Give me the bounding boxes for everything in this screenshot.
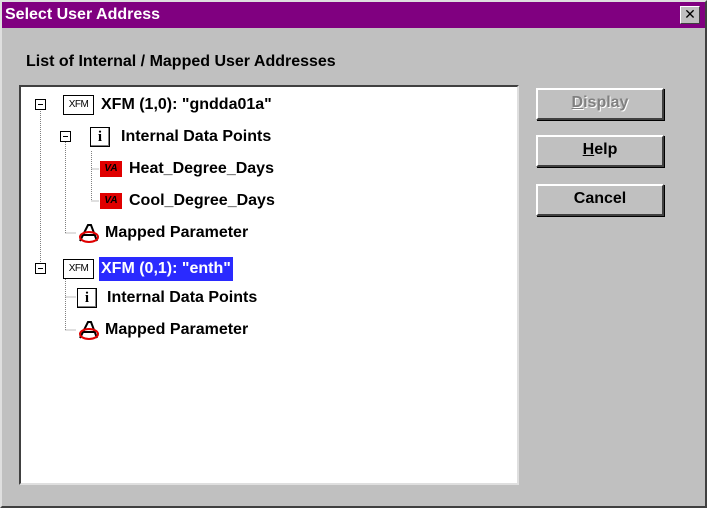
display-button-accel: D [571, 94, 584, 111]
mapped-parameter-icon [79, 321, 99, 340]
cancel-button-label: Cancel [573, 190, 627, 207]
info-icon: i [77, 288, 97, 308]
collapse-toggle[interactable] [35, 99, 46, 110]
cancel-button[interactable]: Cancel [536, 184, 664, 216]
collapse-toggle[interactable] [35, 263, 46, 274]
help-button-accel: H [582, 141, 595, 158]
tree-node-label: Heat_Degree_Days [129, 160, 274, 177]
mapped-parameter-icon [79, 224, 99, 243]
tree-node-internal-data-points[interactable]: i Internal Data Points [21, 125, 517, 149]
title-bar[interactable]: Select User Address ✕ [2, 2, 705, 28]
tree-node-heat-degree-days[interactable]: VA Heat_Degree_Days [21, 157, 517, 181]
tree-node-label: Mapped Parameter [105, 224, 249, 241]
display-button[interactable]: Display [536, 88, 664, 120]
tree-node-cool-degree-days[interactable]: VA Cool_Degree_Days [21, 189, 517, 213]
tree-node-xfm-1-0[interactable]: XFM XFM (1,0): "gndda01a" [21, 93, 517, 117]
tree-node-label: Mapped Parameter [105, 321, 249, 338]
tree-node-internal-data-points[interactable]: i Internal Data Points [21, 286, 517, 310]
list-caption: List of Internal / Mapped User Addresses [26, 53, 336, 70]
close-button[interactable]: ✕ [680, 6, 700, 24]
tree-node-label: XFM (1,0): "gndda01a" [101, 96, 272, 113]
select-user-address-dialog: Select User Address ✕ List of Internal /… [0, 0, 707, 508]
variable-icon: VA [100, 193, 122, 209]
collapse-toggle[interactable] [60, 131, 71, 142]
tree-node-label: Internal Data Points [107, 289, 258, 306]
xfm-icon: XFM [63, 259, 94, 279]
xfm-icon: XFM [63, 95, 94, 115]
help-button-label: elp [594, 141, 618, 158]
help-button[interactable]: Help [536, 135, 664, 167]
tree-node-xfm-0-1[interactable]: XFM XFM (0,1): "enth" [21, 257, 517, 281]
info-icon: i [90, 127, 110, 147]
display-button-label: isplay [583, 94, 629, 111]
close-icon: ✕ [684, 6, 696, 22]
tree-node-mapped-parameter[interactable]: Mapped Parameter [21, 221, 517, 245]
variable-icon: VA [100, 161, 122, 177]
tree-node-label-selected: XFM (0,1): "enth" [99, 257, 233, 281]
tree-node-label: Internal Data Points [121, 128, 272, 145]
tree-node-mapped-parameter[interactable]: Mapped Parameter [21, 318, 517, 342]
tree-node-label: Cool_Degree_Days [129, 192, 275, 209]
window-title: Select User Address [5, 6, 161, 23]
address-tree[interactable]: XFM XFM (1,0): "gndda01a" i Internal Dat… [19, 85, 519, 485]
